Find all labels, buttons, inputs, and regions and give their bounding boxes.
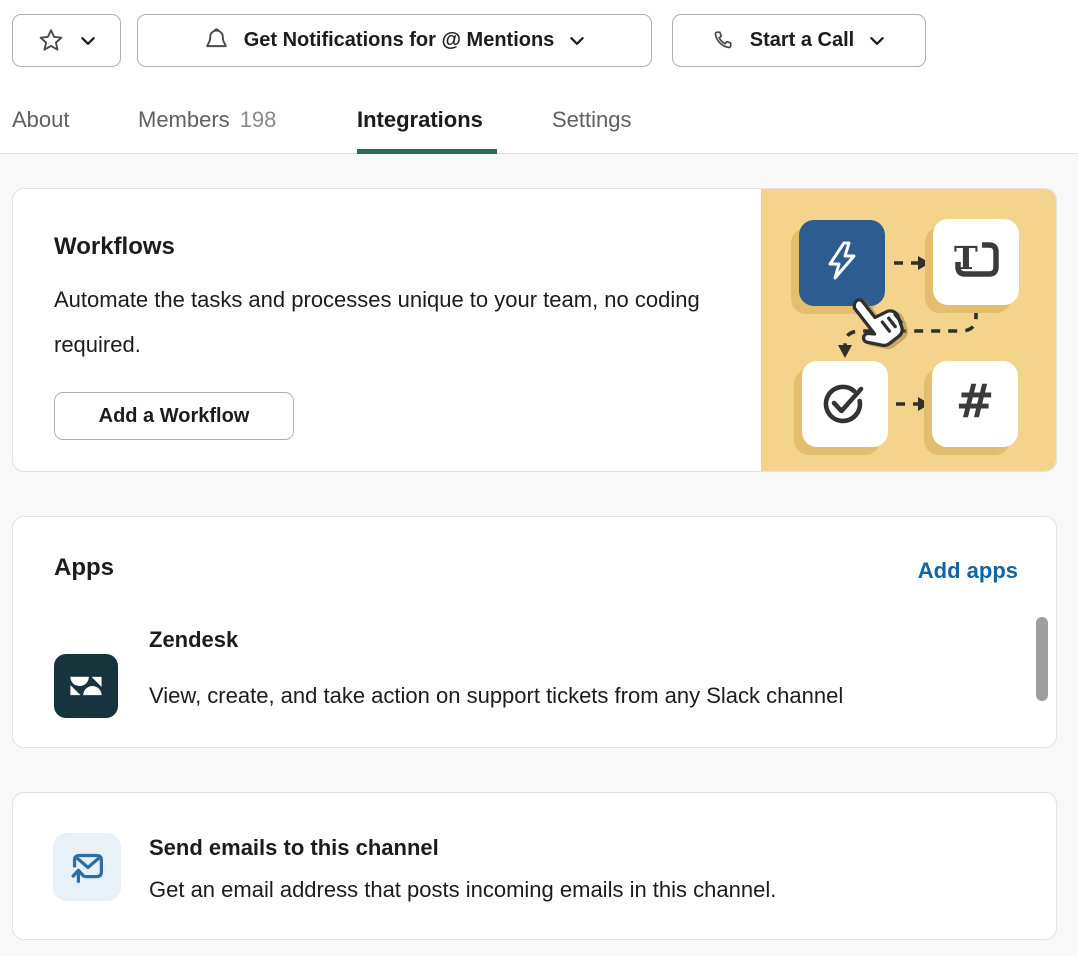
email-icon	[53, 833, 121, 901]
app-name: Zendesk	[149, 627, 238, 653]
active-tab-underline	[357, 149, 497, 154]
notifications-button-label: Get Notifications for @ Mentions	[244, 29, 555, 52]
text-step-icon: T	[944, 228, 1008, 297]
chevron-down-icon	[868, 32, 886, 50]
workflows-title: Workflows	[54, 233, 175, 261]
email-card-description: Get an email address that posts incoming…	[149, 877, 776, 903]
tab-integrations[interactable]: Integrations	[357, 107, 483, 133]
workflows-card: Workflows Automate the tasks and process…	[12, 188, 1057, 472]
bell-icon	[203, 27, 230, 54]
send-emails-card[interactable]: Send emails to this channel Get an email…	[12, 792, 1057, 940]
zendesk-logo	[64, 664, 108, 708]
tab-members[interactable]: Members198	[138, 107, 276, 133]
tab-settings[interactable]: Settings	[552, 107, 632, 133]
workflow-form-tile: T	[933, 219, 1019, 305]
apps-card: Apps Add apps Zendesk View, create, and …	[12, 516, 1057, 748]
get-notifications-button[interactable]: Get Notifications for @ Mentions	[137, 14, 652, 67]
workflows-illustration: T #	[761, 189, 1056, 471]
workflow-approve-tile	[802, 361, 888, 447]
add-workflow-button[interactable]: Add a Workflow	[54, 392, 294, 440]
start-call-button[interactable]: Start a Call	[672, 14, 926, 67]
check-circle-icon	[817, 374, 873, 435]
zendesk-app-icon	[54, 654, 118, 718]
phone-icon	[712, 29, 736, 53]
channel-details-header: Get Notifications for @ Mentions Start a…	[0, 0, 1078, 154]
hand-cursor-icon	[847, 283, 915, 360]
svg-text:#: #	[956, 374, 995, 428]
apps-title: Apps	[54, 554, 114, 582]
email-card-title: Send emails to this channel	[149, 835, 439, 861]
app-description: View, create, and take action on support…	[149, 673, 1029, 729]
workflow-channel-tile: #	[932, 361, 1018, 447]
channel-hash-icon: #	[947, 374, 1003, 435]
chevron-down-icon	[79, 32, 97, 50]
workflows-description: Automate the tasks and processes unique …	[54, 277, 724, 367]
tab-about[interactable]: About	[12, 107, 70, 133]
members-count: 198	[240, 107, 277, 132]
apps-scrollbar[interactable]	[1036, 617, 1048, 701]
star-icon	[37, 27, 65, 55]
star-channel-button[interactable]	[12, 14, 121, 67]
add-apps-link[interactable]: Add apps	[918, 558, 1018, 584]
call-button-label: Start a Call	[750, 29, 854, 52]
chevron-down-icon	[568, 32, 586, 50]
